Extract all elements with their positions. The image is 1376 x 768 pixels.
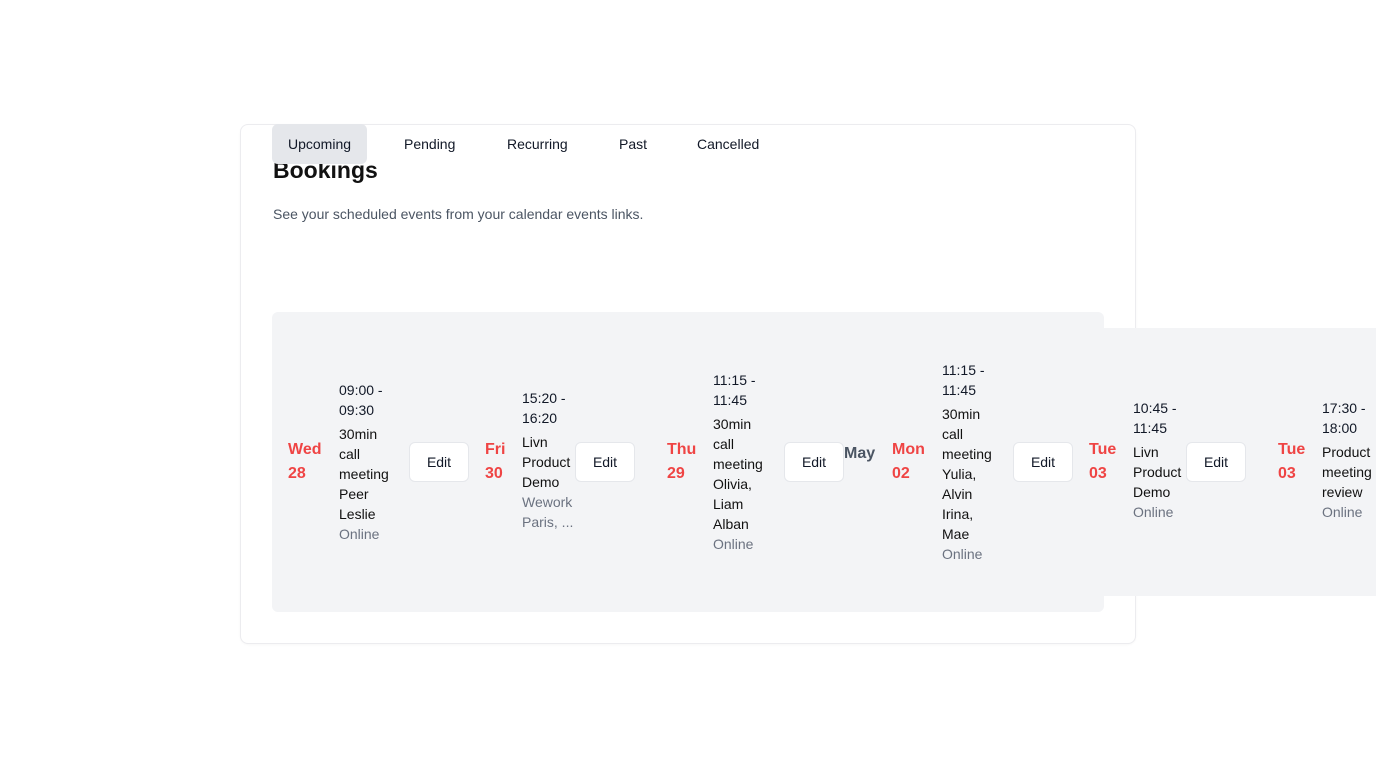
booking-title: Livn Product Demo <box>1133 444 1182 500</box>
tab-pending[interactable]: Pending <box>388 124 471 164</box>
edit-button[interactable]: Edit <box>409 442 469 482</box>
month-label: May <box>844 445 876 462</box>
booking-info: 17:30 - 18:00 Product meeting review Onl… <box>1322 398 1376 522</box>
booking-date: Tue 03 <box>1089 441 1117 482</box>
edit-button[interactable]: Edit <box>575 442 635 482</box>
booking-info: 09:00 - 09:30 30min call meeting Peer Le… <box>339 380 399 544</box>
booking-location: Online <box>713 536 754 552</box>
booking-time: 11:15 - 11:45 <box>942 362 985 398</box>
booking-time: 11:15 - 11:45 <box>713 372 756 408</box>
tab-recurring[interactable]: Recurring <box>491 124 584 164</box>
booking-time: 15:20 - 16:20 <box>522 390 566 426</box>
booking-date: Wed 28 <box>288 441 322 482</box>
tab-upcoming[interactable]: Upcoming <box>272 124 368 164</box>
booking-title: 30min call meeting Yulia, Alvin Irina, M… <box>942 406 992 542</box>
page-subtitle: See your scheduled events from your cale… <box>273 206 644 222</box>
booking-title: 30min call meeting Olivia, Liam Alban <box>713 416 763 532</box>
booking-date: Tue 03 <box>1278 441 1306 482</box>
tab-cancelled[interactable]: Cancelled <box>681 124 775 164</box>
booking-location: Online <box>1322 504 1363 520</box>
booking-info: 10:45 - 11:45 Livn Product Demo Online <box>1133 398 1187 522</box>
booking-time: 10:45 - 11:45 <box>1133 400 1177 436</box>
edit-button[interactable]: Edit <box>1186 442 1246 482</box>
booking-title: Livn Product Demo <box>522 434 571 490</box>
booking-location: Online <box>942 546 983 562</box>
booking-info: 11:15 - 11:45 30min call meeting Yulia, … <box>942 360 1002 564</box>
booking-title: Product meeting review <box>1322 444 1372 500</box>
booking-time: 09:00 - 09:30 <box>339 382 383 418</box>
booking-location: Wework Paris, ... <box>522 494 574 530</box>
edit-button[interactable]: Edit <box>1013 442 1073 482</box>
booking-info: 11:15 - 11:45 30min call meeting Olivia,… <box>713 370 773 554</box>
booking-title: 30min call meeting Peer Leslie <box>339 426 389 522</box>
booking-date: Mon 02 <box>892 441 925 482</box>
tab-past[interactable]: Past <box>603 124 663 164</box>
booking-location: Online <box>339 526 380 542</box>
booking-date: Thu 29 <box>667 441 697 482</box>
booking-location: Online <box>1133 504 1174 520</box>
booking-info: 15:20 - 16:20 Livn Product Demo Wework P… <box>522 388 576 532</box>
edit-button[interactable]: Edit <box>784 442 844 482</box>
booking-time: 17:30 - 18:00 <box>1322 400 1366 436</box>
